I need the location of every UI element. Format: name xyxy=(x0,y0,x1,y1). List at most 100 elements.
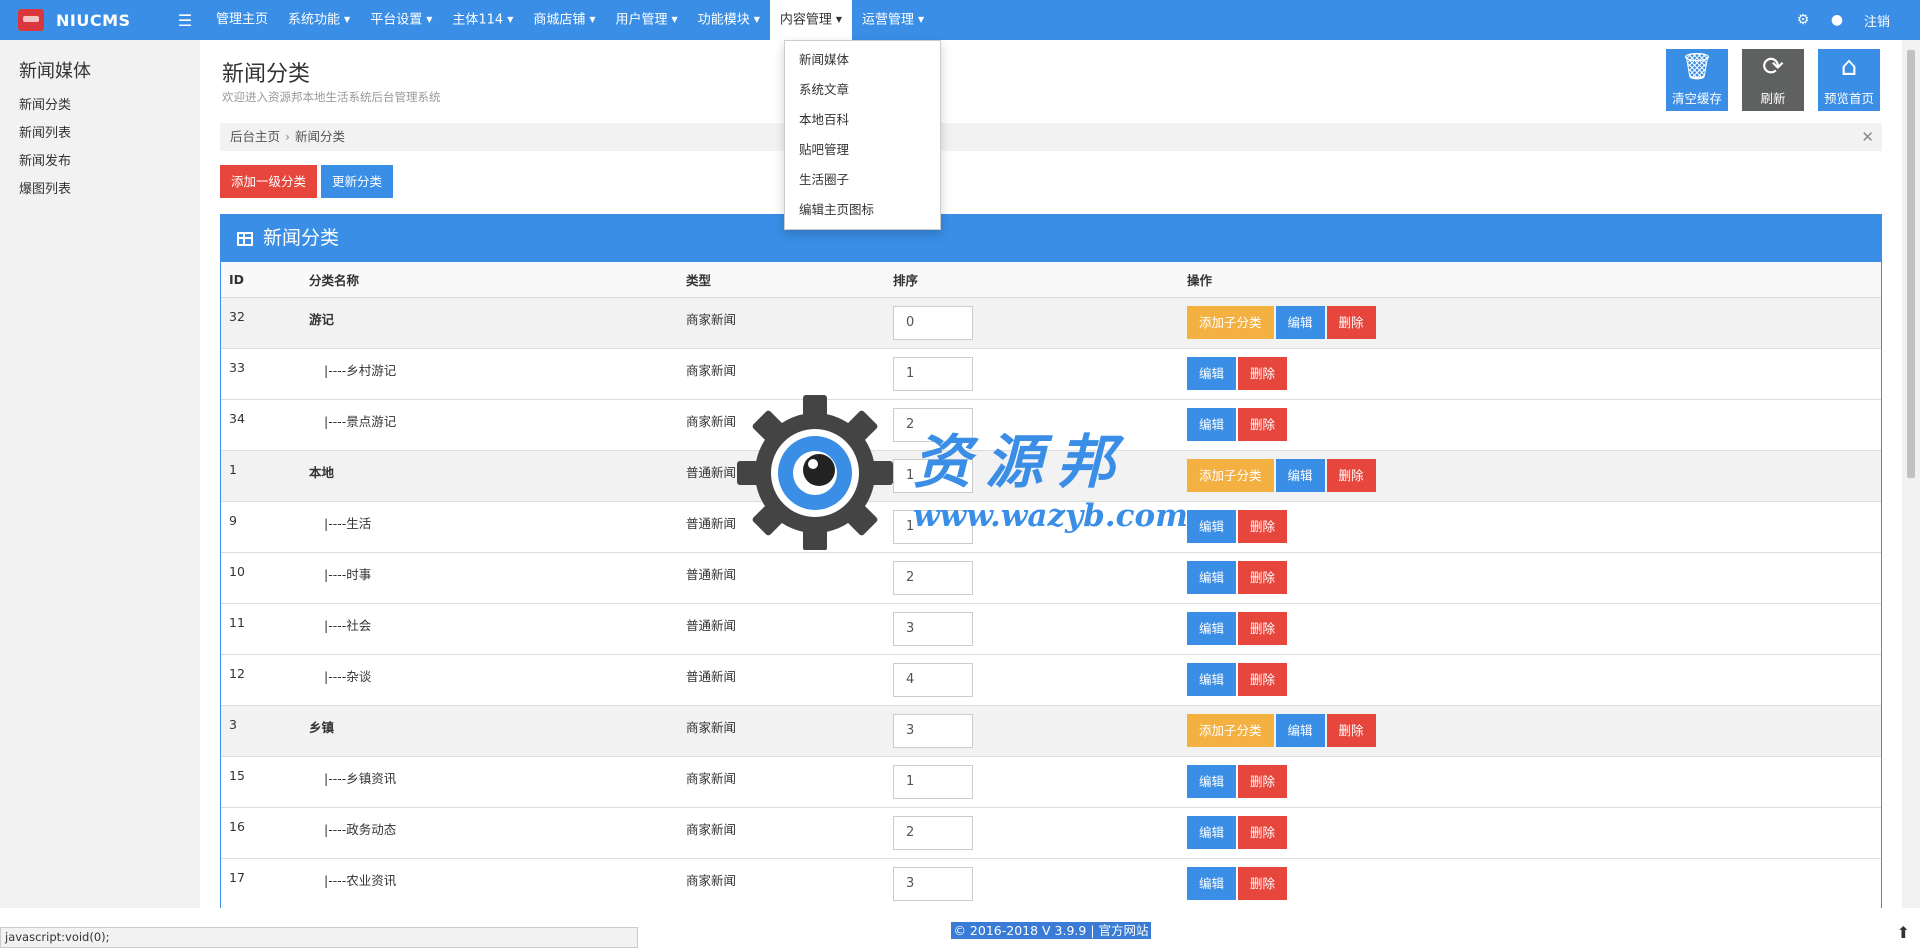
delete-button[interactable]: 删除 xyxy=(1238,407,1288,441)
cell-ops: 编辑 删除 xyxy=(1179,603,1881,655)
cell-id: 15 xyxy=(221,756,301,808)
clear-cache-button[interactable]: 🗑 清空缓存 xyxy=(1666,49,1728,111)
nav-item-label: 平台设置 xyxy=(370,12,423,28)
delete-button[interactable]: 删除 xyxy=(1238,560,1288,594)
nav-item-4[interactable]: 商城店铺 ▼ xyxy=(523,0,605,40)
edit-button[interactable]: 编辑 xyxy=(1187,509,1237,543)
table-row: 33 |----乡村游记 商家新闻 1 编辑 删除 xyxy=(221,348,1881,400)
delete-button[interactable]: 删除 xyxy=(1326,458,1376,492)
sort-input[interactable]: 1 xyxy=(893,509,973,544)
cell-ops: 添加子分类 编辑 删除 xyxy=(1179,297,1881,349)
close-icon[interactable]: ✕ xyxy=(1861,123,1874,151)
sort-input[interactable]: 0 xyxy=(893,305,973,340)
edit-button[interactable]: 编辑 xyxy=(1275,713,1325,747)
cell-ops: 编辑 删除 xyxy=(1179,399,1881,451)
edit-button[interactable]: 编辑 xyxy=(1187,356,1237,390)
cell-name: 游记 xyxy=(301,297,678,349)
nav-item-5[interactable]: 用户管理 ▼ xyxy=(606,0,688,40)
sort-input[interactable]: 3 xyxy=(893,713,973,748)
scrollbar-thumb[interactable] xyxy=(1907,50,1915,478)
panel-header: 新闻分类 xyxy=(221,215,1881,262)
sort-input[interactable]: 1 xyxy=(893,764,973,799)
dropdown-item-4[interactable]: 生活圈子 xyxy=(785,165,940,195)
sidebar-item-1[interactable]: 新闻列表 xyxy=(0,120,200,148)
browser-status-bar: javascript:void(0); xyxy=(0,927,638,948)
refresh-button[interactable]: ⟳ 刷新 xyxy=(1742,49,1804,111)
sort-input[interactable]: 1 xyxy=(893,356,973,391)
sort-input[interactable]: 2 xyxy=(893,815,973,850)
delete-button[interactable]: 删除 xyxy=(1238,866,1288,900)
sort-input[interactable]: 3 xyxy=(893,866,973,901)
nav-item-0[interactable]: 管理主页 xyxy=(206,0,278,40)
table-row: 17 |----农业资讯 商家新闻 3 编辑 删除 xyxy=(221,858,1881,908)
cell-id: 1 xyxy=(221,450,301,502)
arrow-up-icon[interactable]: ⬆ xyxy=(1897,923,1910,942)
update-category-button[interactable]: 更新分类 xyxy=(321,165,394,198)
add-subcategory-button[interactable]: 添加子分类 xyxy=(1187,713,1274,747)
nav-item-2[interactable]: 平台设置 ▼ xyxy=(360,0,442,40)
logout-link[interactable]: 注销 xyxy=(1854,11,1920,30)
edit-button[interactable]: 编辑 xyxy=(1187,662,1237,696)
delete-button[interactable]: 删除 xyxy=(1238,764,1288,798)
footer-copyright[interactable]: © 2016-2018 V 3.9.9 | 官方网站 xyxy=(951,922,1151,939)
edit-button[interactable]: 编辑 xyxy=(1187,560,1237,594)
nav-item-7[interactable]: 内容管理 ▼ xyxy=(769,0,853,40)
sort-input[interactable]: 2 xyxy=(893,560,973,595)
add-subcategory-button[interactable]: 添加子分类 xyxy=(1187,458,1274,492)
preview-home-button[interactable]: ⌂ 预览首页 xyxy=(1818,49,1880,111)
delete-button[interactable]: 删除 xyxy=(1326,305,1376,339)
edit-button[interactable]: 编辑 xyxy=(1187,866,1237,900)
table-row: 10 |----时事 普通新闻 2 编辑 删除 xyxy=(221,552,1881,604)
sidebar-item-3[interactable]: 爆图列表 xyxy=(0,176,200,204)
delete-button[interactable]: 删除 xyxy=(1238,662,1288,696)
delete-button[interactable]: 删除 xyxy=(1238,815,1288,849)
delete-button[interactable]: 删除 xyxy=(1326,713,1376,747)
edit-button[interactable]: 编辑 xyxy=(1187,407,1237,441)
dropdown-item-1[interactable]: 系统文章 xyxy=(785,75,940,105)
cell-type: 商家新闻 xyxy=(678,399,885,451)
caret-down-icon: ▼ xyxy=(344,15,351,24)
sort-input[interactable]: 4 xyxy=(893,662,973,697)
edit-button[interactable]: 编辑 xyxy=(1275,458,1325,492)
nav-item-8[interactable]: 运营管理 ▼ xyxy=(852,0,934,40)
table-row: 9 |----生活 普通新闻 1 编辑 删除 xyxy=(221,501,1881,553)
sort-input[interactable]: 1 xyxy=(893,458,973,493)
cell-sort: 1 xyxy=(885,348,1179,400)
nav-item-3[interactable]: 主体114 ▼ xyxy=(442,0,523,40)
dropdown-item-3[interactable]: 贴吧管理 xyxy=(785,135,940,165)
delete-button[interactable]: 删除 xyxy=(1238,509,1288,543)
edit-button[interactable]: 编辑 xyxy=(1187,611,1237,645)
edit-button[interactable]: 编辑 xyxy=(1187,764,1237,798)
sort-input[interactable]: 2 xyxy=(893,407,973,442)
cell-type: 普通新闻 xyxy=(678,603,885,655)
edit-button[interactable]: 编辑 xyxy=(1187,815,1237,849)
dropdown-item-2[interactable]: 本地百科 xyxy=(785,105,940,135)
cell-type: 普通新闻 xyxy=(678,501,885,553)
main-menu: 管理主页 系统功能 ▼ 平台设置 ▼ 主体114 ▼ 商城店铺 ▼ 用户管理 ▼ 功能模块 ▼ 内容管理 ▼… xyxy=(206,0,934,40)
gear-icon[interactable]: ⚙ xyxy=(1786,12,1820,28)
dropdown-item-0[interactable]: 新闻媒体 xyxy=(785,45,940,75)
caret-down-icon: ▼ xyxy=(589,15,596,24)
nav-item-6[interactable]: 功能模块 ▼ xyxy=(688,0,770,40)
page-scrollbar[interactable] xyxy=(1902,40,1920,908)
nav-item-label: 商城店铺 xyxy=(533,12,586,28)
dropdown-item-5[interactable]: 编辑主页图标 xyxy=(785,195,940,225)
nav-item-1[interactable]: 系统功能 ▼ xyxy=(278,0,360,40)
brand[interactable]: NIUCMS xyxy=(0,9,170,31)
sidebar-item-2[interactable]: 新闻发布 xyxy=(0,148,200,176)
add-subcategory-button[interactable]: 添加子分类 xyxy=(1187,305,1274,339)
cell-type: 普通新闻 xyxy=(678,552,885,604)
delete-button[interactable]: 删除 xyxy=(1238,611,1288,645)
caret-down-icon: ▼ xyxy=(753,15,760,24)
add-top-category-button[interactable]: 添加一级分类 xyxy=(220,165,318,198)
menu-toggle-icon[interactable]: ☰ xyxy=(170,11,200,30)
table-row: 32 游记 商家新闻 0 添加子分类 编辑 删除 xyxy=(221,297,1881,349)
breadcrumb-home[interactable]: 后台主页 xyxy=(230,129,280,144)
sort-input[interactable]: 3 xyxy=(893,611,973,646)
cell-id: 10 xyxy=(221,552,301,604)
delete-button[interactable]: 删除 xyxy=(1238,356,1288,390)
edit-button[interactable]: 编辑 xyxy=(1275,305,1325,339)
theme-drop-icon[interactable]: ● xyxy=(1820,12,1854,28)
cell-name: |----乡村游记 xyxy=(301,348,678,400)
sidebar-item-0[interactable]: 新闻分类 xyxy=(0,92,200,120)
